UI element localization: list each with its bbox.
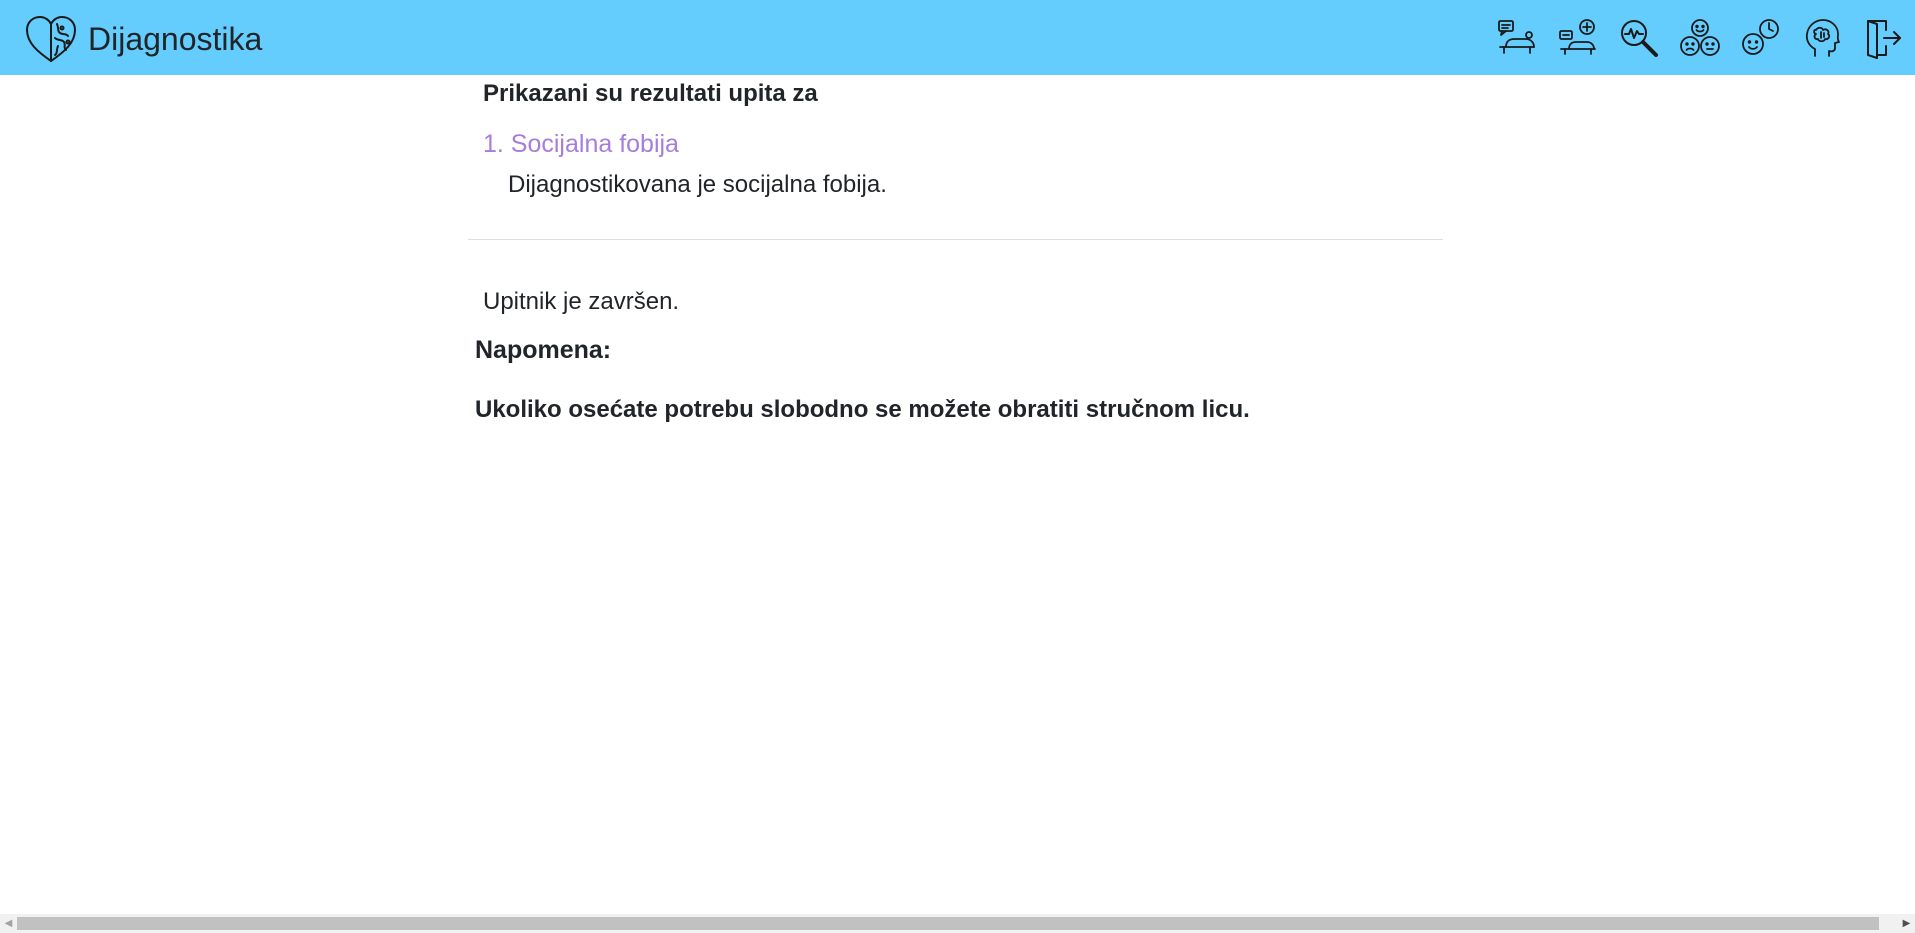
logout-door-icon bbox=[1867, 20, 1901, 59]
result-item-title: 1. Socijalna fobija bbox=[483, 130, 679, 158]
mind-profile-icon bbox=[1805, 19, 1840, 57]
scroll-left-arrow-icon[interactable]: ◀ bbox=[0, 914, 17, 933]
note-text: Ukoliko osećate potrebu slobodno se može… bbox=[475, 396, 1250, 423]
scrollbar-thumb[interactable] bbox=[17, 917, 1879, 930]
results-heading: Prikazani su rezultati upita za bbox=[483, 80, 818, 107]
diagnosis-search-button[interactable] bbox=[1617, 16, 1661, 60]
emotions-icon bbox=[1680, 19, 1720, 56]
therapy-chat-button[interactable] bbox=[1495, 16, 1539, 60]
questionnaire-finished-text: Upitnik je završen. bbox=[483, 288, 680, 315]
section-divider bbox=[468, 239, 1443, 240]
note-label: Napomena: bbox=[475, 336, 612, 364]
top-navbar: Dijagnostika bbox=[0, 0, 1915, 75]
result-item-description: Dijagnostikovana je socijalna fobija. bbox=[508, 171, 887, 198]
mood-history-icon bbox=[1742, 19, 1779, 55]
mind-profile-button[interactable] bbox=[1800, 16, 1844, 60]
heart-brain-logo-icon bbox=[26, 16, 76, 62]
logout-button[interactable] bbox=[1861, 16, 1905, 60]
therapy-chat-icon bbox=[1498, 20, 1535, 54]
emotions-button[interactable] bbox=[1678, 16, 1722, 60]
nav-icon-group bbox=[1478, 16, 1905, 60]
scroll-right-arrow-icon[interactable]: ▶ bbox=[1898, 914, 1915, 933]
mood-history-button[interactable] bbox=[1739, 16, 1783, 60]
add-consultation-button[interactable] bbox=[1556, 16, 1600, 60]
add-consultation-icon bbox=[1559, 19, 1596, 55]
diagnosis-search-icon bbox=[1621, 20, 1658, 57]
brand-title: Dijagnostika bbox=[88, 20, 263, 57]
brand-link[interactable]: Dijagnostika bbox=[24, 14, 262, 64]
horizontal-scrollbar[interactable]: ◀ ▶ bbox=[0, 914, 1915, 933]
